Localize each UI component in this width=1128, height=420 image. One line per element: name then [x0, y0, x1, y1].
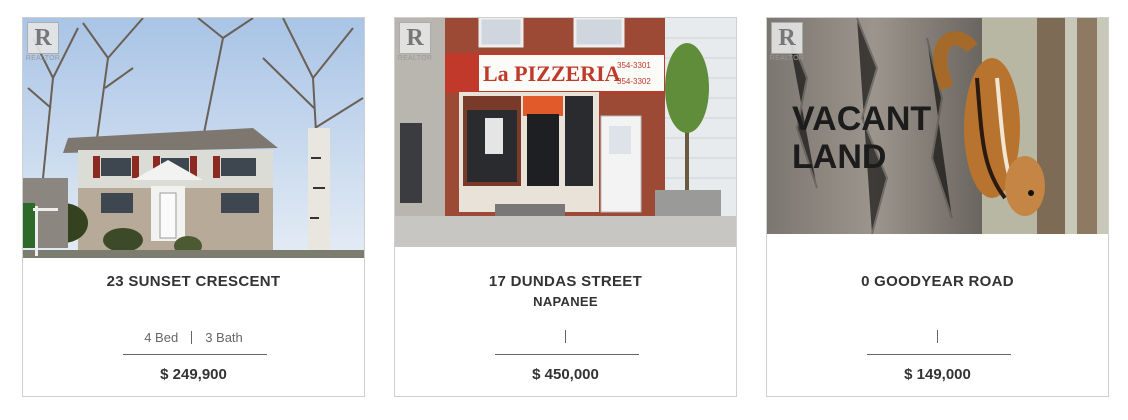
sign-phone-1: 354-3301	[617, 61, 651, 70]
specs-separator	[565, 330, 566, 343]
price-divider	[495, 354, 639, 355]
listing-address[interactable]: 0 GOODYEAR ROAD	[767, 273, 1108, 290]
realtor-logo: R REALTOR	[26, 22, 60, 66]
listing-price: $ 249,900	[160, 366, 227, 383]
realtor-label: REALTOR	[25, 55, 61, 62]
price-divider	[123, 354, 267, 355]
beds-count: 4 Bed	[144, 330, 179, 345]
realtor-label: REALTOR	[397, 55, 433, 62]
photo-text-line-2: LAND	[792, 138, 886, 176]
realtor-logo: R REALTOR	[398, 22, 432, 66]
house-photo-illustration	[23, 18, 364, 258]
price-divider	[867, 354, 1011, 355]
realtor-r-icon: R	[771, 22, 803, 54]
listing-address[interactable]: 17 DUNDAS STREET	[395, 273, 736, 290]
baths-count: 3 Bath	[205, 330, 243, 345]
listing-specs: 4 Bed 3 Bath	[23, 330, 364, 345]
realtor-r-icon: R	[399, 22, 431, 54]
listing-card-2[interactable]: La PIZZERIA 354-3301 354-3302 R REALTOR …	[394, 17, 737, 397]
listing-price: $ 450,000	[532, 366, 599, 383]
listing-specs	[395, 330, 736, 343]
listing-specs	[767, 330, 1108, 343]
sign-phone-2: 354-3302	[617, 77, 651, 86]
specs-separator	[937, 330, 938, 343]
realtor-logo: R REALTOR	[770, 22, 804, 66]
specs-separator	[191, 331, 193, 344]
listing-card-3[interactable]: VACANT LAND R REALTOR 0 GOODYEAR ROAD $ …	[766, 17, 1109, 397]
realtor-label: REALTOR	[769, 55, 805, 62]
vacant-land-photo-illustration: VACANT LAND	[767, 18, 1108, 234]
sign-text: La PIZZERIA	[483, 61, 621, 86]
listing-address[interactable]: 23 SUNSET CRESCENT	[23, 273, 364, 290]
storefront-photo-illustration: La PIZZERIA 354-3301 354-3302	[395, 18, 736, 247]
listing-photo-storefront[interactable]: La PIZZERIA 354-3301 354-3302 R REALTOR	[395, 18, 736, 247]
listing-city: NAPANEE	[533, 294, 598, 309]
listing-card-1[interactable]: R REALTOR 23 SUNSET CRESCENT 4 Bed 3 Bat…	[22, 17, 365, 397]
photo-text-line-1: VACANT	[792, 100, 931, 138]
listing-price: $ 149,000	[904, 366, 971, 383]
realtor-r-icon: R	[27, 22, 59, 54]
listing-photo-vacant-land[interactable]: VACANT LAND R REALTOR	[767, 18, 1108, 234]
listing-photo-house[interactable]: R REALTOR	[23, 18, 364, 258]
